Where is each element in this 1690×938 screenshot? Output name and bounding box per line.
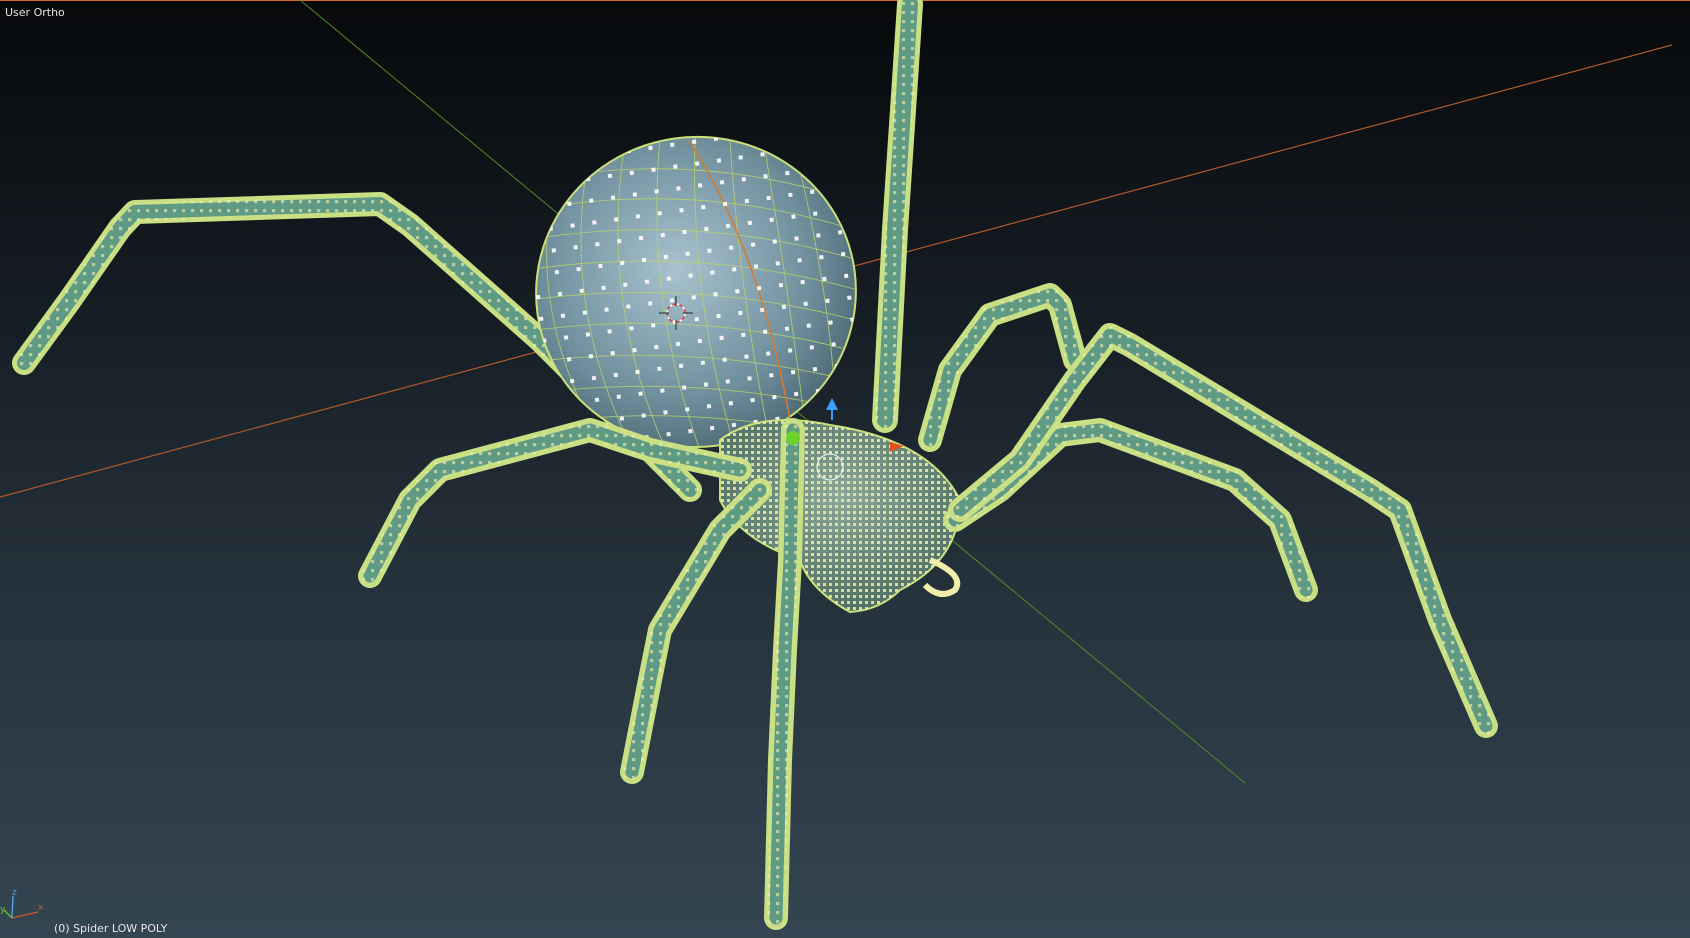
leg-up-right[interactable] [872, 0, 923, 433]
view-label: User Ortho [5, 6, 65, 19]
gizmo-z-label: z [12, 888, 17, 898]
viewport-scene[interactable] [0, 0, 1690, 938]
leg-right-outer[interactable] [948, 323, 1498, 738]
leg-right-mid[interactable] [943, 418, 1318, 602]
gizmo-x-label: x [38, 903, 44, 913]
axis-gizmo-icon: x z y [0, 888, 44, 919]
gizmo-y-label: y [0, 905, 6, 915]
leg-left-mid[interactable] [358, 418, 752, 588]
active-object-label: (0) Spider LOW POLY [54, 922, 168, 935]
leg-front-left[interactable] [620, 478, 772, 784]
3d-viewport[interactable]: User Ortho x z y (0) Spider LOW POLY [0, 0, 1690, 938]
spider-abdomen[interactable] [516, 116, 876, 468]
